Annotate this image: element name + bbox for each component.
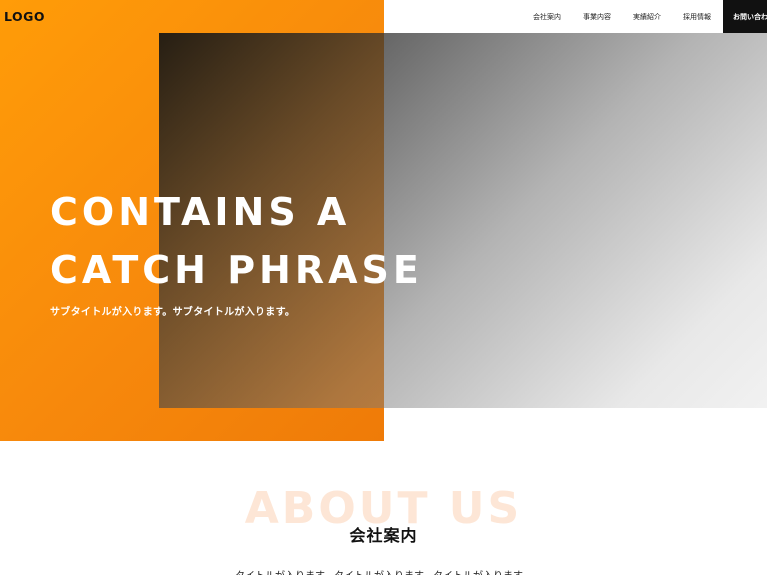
- hero-subtitle: サブタイトルが入ります。サブタイトルが入ります。: [50, 307, 296, 318]
- nav-item-recruit[interactable]: 採用情報: [683, 12, 711, 22]
- about-heading: 会社案内: [349, 526, 418, 546]
- catch-phrase: CONTAINS A CATCH PHRASE: [50, 183, 423, 299]
- site-logo[interactable]: LOGO: [4, 9, 45, 24]
- catch-phrase-line-2: CATCH PHRASE: [50, 248, 423, 292]
- global-nav: 会社案内 事業内容 実績紹介 採用情報: [520, 0, 733, 33]
- nav-item-company[interactable]: 会社案内: [533, 12, 561, 22]
- page: LOGO 会社案内 事業内容 実績紹介 採用情報 お問い合わ CONTAINS …: [0, 0, 767, 575]
- contact-button[interactable]: お問い合わ: [723, 0, 767, 33]
- catch-phrase-line-1: CONTAINS A: [50, 190, 351, 234]
- nav-item-business[interactable]: 事業内容: [583, 12, 611, 22]
- about-text: タイトルが入ります。タイトルが入ります。タイトルが入ります。: [0, 567, 767, 575]
- nav-item-works[interactable]: 実績紹介: [633, 12, 661, 22]
